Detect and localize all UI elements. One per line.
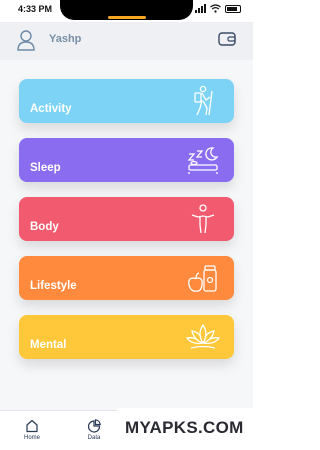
wifi-icon — [210, 4, 221, 13]
battery-icon — [225, 4, 241, 13]
card-sleep[interactable]: Sleep — [19, 138, 234, 182]
hiker-icon — [194, 85, 213, 116]
pie-chart-icon — [87, 419, 101, 433]
body-stretch-icon — [191, 204, 215, 234]
signal-icon — [195, 4, 206, 13]
card-mental-label: Mental — [30, 339, 67, 351]
card-lifestyle[interactable]: Lifestyle — [19, 256, 234, 300]
nav-data-label: Data — [87, 435, 101, 441]
username: Yashp — [49, 33, 82, 45]
status-bar: 4:33 PM — [0, 0, 253, 22]
home-icon — [26, 419, 38, 433]
lotus-icon — [186, 323, 220, 349]
apple-jar-icon — [188, 265, 217, 292]
watermark-text: MYAPKS.COM — [125, 418, 244, 437]
card-body[interactable]: Body — [19, 197, 234, 241]
header: Yashp — [0, 22, 253, 60]
user-avatar-icon[interactable] — [16, 29, 36, 51]
watermark: MYAPKS.COM — [117, 408, 253, 450]
card-activity[interactable]: Activity — [19, 79, 234, 123]
status-time: 4:33 PM — [18, 4, 53, 14]
card-mental[interactable]: Mental — [19, 315, 234, 359]
categories-list: Activity Sleep Body Lifestyle Mental — [0, 60, 253, 410]
wallet-icon[interactable] — [218, 31, 236, 47]
card-activity-label: Activity — [30, 103, 72, 115]
card-sleep-label: Sleep — [30, 162, 61, 174]
status-icons — [195, 4, 241, 13]
nav-home-label: Home — [23, 435, 40, 441]
card-body-label: Body — [30, 221, 59, 233]
notch-indicator — [108, 16, 146, 19]
card-lifestyle-label: Lifestyle — [30, 280, 77, 292]
nav-data[interactable]: Data — [74, 419, 114, 441]
sleep-bed-icon — [187, 147, 219, 174]
nav-home[interactable]: Home — [12, 419, 52, 441]
